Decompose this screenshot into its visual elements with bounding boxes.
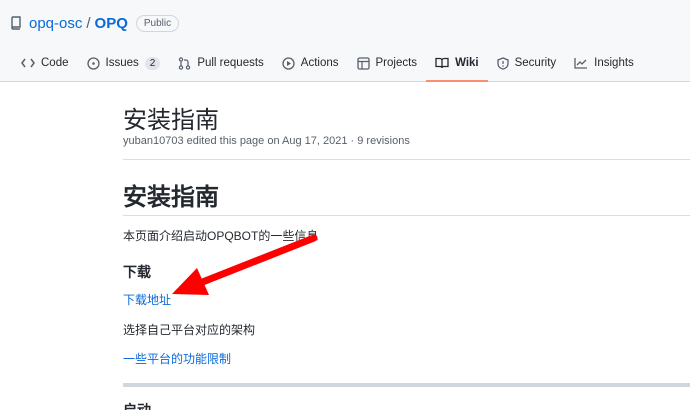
tab-actions[interactable]: Actions	[273, 46, 348, 80]
download-link[interactable]: 下载地址	[123, 291, 171, 308]
tab-issues[interactable]: Issues 2	[78, 46, 170, 80]
repo-title: opq-osc / OPQ Public	[10, 12, 180, 34]
page-title: 安装指南	[123, 107, 219, 134]
tab-label: Projects	[375, 57, 418, 69]
table-icon	[356, 56, 370, 70]
page-revision-meta: yuban10703 edited this page on Aug 17, 2…	[123, 135, 410, 147]
arrow-head	[172, 268, 209, 295]
download-heading: 下载	[123, 264, 151, 280]
section-divider	[123, 383, 690, 387]
intro-paragraph: 本页面介绍启动OPQBOT的一些信息	[123, 229, 319, 243]
book-icon	[435, 57, 449, 69]
git-pull-request-icon	[179, 56, 191, 70]
tab-wiki[interactable]: Wiki	[426, 46, 488, 82]
tab-pull-requests[interactable]: Pull requests	[169, 46, 272, 80]
repo-name-link[interactable]: OPQ	[95, 15, 128, 32]
tab-insights[interactable]: Insights	[565, 46, 643, 80]
divider	[123, 215, 690, 216]
tab-label: Code	[41, 57, 69, 69]
repo-separator: /	[86, 14, 91, 32]
graph-icon	[574, 58, 588, 69]
divider	[123, 159, 690, 160]
visibility-badge: Public	[135, 14, 180, 32]
issues-count-badge: 2	[144, 56, 161, 70]
tab-label: Insights	[594, 57, 634, 69]
platform-limits-link[interactable]: 一些平台的功能限制	[123, 350, 231, 367]
wiki-heading: 安装指南	[123, 184, 219, 211]
tab-projects[interactable]: Projects	[348, 46, 427, 80]
tab-label: Actions	[300, 57, 339, 69]
arrow-shaft	[196, 234, 318, 287]
play-icon	[282, 56, 295, 70]
tab-label: Security	[514, 57, 557, 69]
choose-arch-paragraph: 选择自己平台对应的架构	[123, 323, 256, 337]
start-heading: 启动	[123, 402, 151, 410]
repo-icon	[10, 16, 22, 30]
repo-nav-tabs: Code Issues 2 Pull requests Actions Proj…	[12, 46, 643, 82]
tab-label: Wiki	[455, 57, 479, 69]
repo-owner-link[interactable]: opq-osc	[29, 15, 82, 32]
issue-opened-icon	[86, 56, 100, 70]
repo-header: opq-osc / OPQ Public Code Issues 2 Pull …	[0, 0, 690, 82]
tab-code[interactable]: Code	[12, 46, 78, 80]
tab-security[interactable]: Security	[488, 46, 566, 80]
tab-label: Pull requests	[197, 57, 264, 69]
shield-icon	[496, 56, 509, 70]
code-icon	[21, 58, 35, 68]
tab-label: Issues	[105, 57, 139, 69]
